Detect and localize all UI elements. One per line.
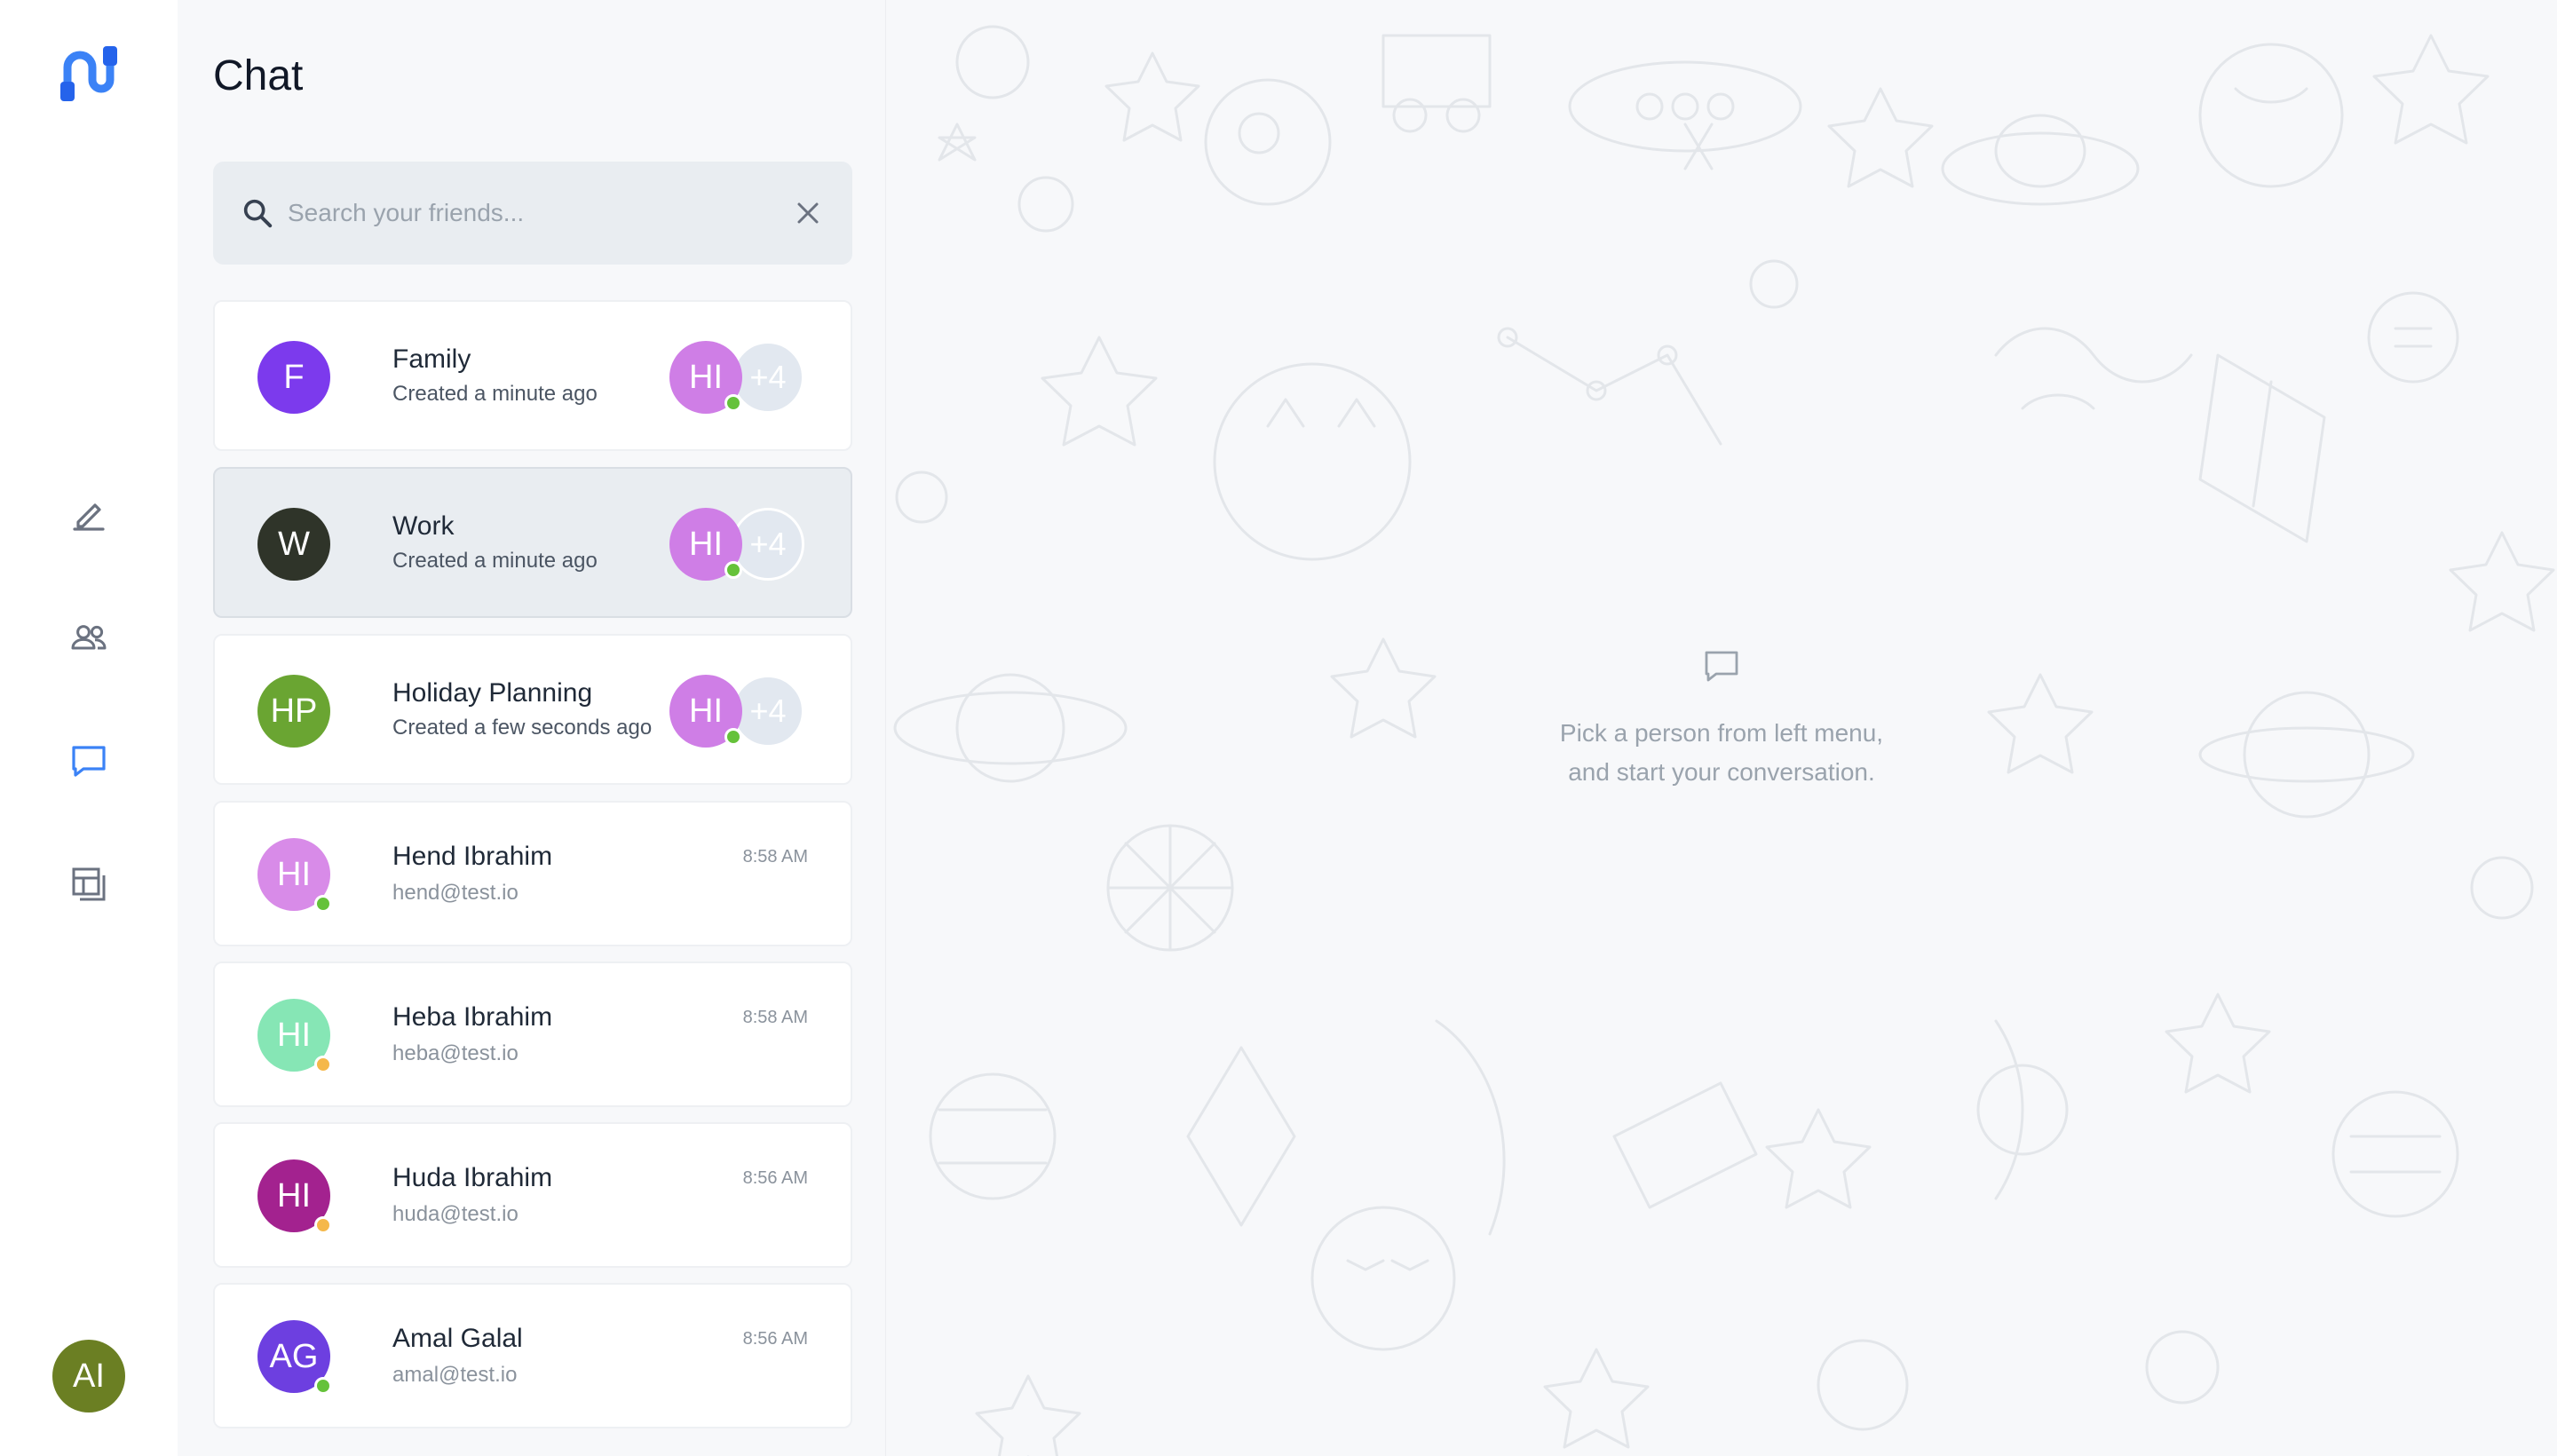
group-avatar: W xyxy=(257,508,330,581)
empty-state-line-2: and start your conversation. xyxy=(1568,758,1875,786)
edit-nav-button[interactable] xyxy=(53,479,124,550)
group-card[interactable]: HP Holiday Planning Created a few second… xyxy=(213,634,852,785)
member-avatars: +4 HI xyxy=(669,675,811,748)
conversation-area: Pick a person from left menu, and start … xyxy=(886,0,2557,1456)
status-dot xyxy=(314,1056,332,1073)
status-dot xyxy=(314,895,332,913)
member-avatars: +4 HI xyxy=(669,341,811,414)
group-card[interactable]: F Family Created a minute ago +4 HI xyxy=(213,300,852,451)
more-members-badge: +4 xyxy=(732,675,804,748)
online-status-dot xyxy=(724,561,742,579)
icon-rail: AI xyxy=(0,0,178,1456)
contact-email: hend@test.io xyxy=(392,881,519,905)
member-avatars: +4 HI xyxy=(669,508,811,581)
group-avatar: HP xyxy=(257,675,330,748)
contact-name: Huda Ibrahim xyxy=(392,1163,553,1192)
contact-card[interactable]: HI Hend Ibrahim hend@test.io 8:58 AM xyxy=(213,801,852,946)
layout-nav-button[interactable] xyxy=(53,849,124,920)
empty-state-line-1: Pick a person from left menu, xyxy=(1559,719,1884,747)
contact-email: huda@test.io xyxy=(392,1202,519,1226)
search-bar xyxy=(213,162,852,265)
contact-card[interactable]: HI Heba Ibrahim heba@test.io 8:58 AM xyxy=(213,961,852,1107)
chat-bubble-icon xyxy=(1705,651,1738,682)
last-message-time: 8:58 AM xyxy=(742,847,808,866)
more-members-badge: +4 xyxy=(732,508,804,581)
group-created: Created a minute ago xyxy=(392,382,598,406)
search-input[interactable] xyxy=(288,199,790,227)
current-user-avatar[interactable]: AI xyxy=(52,1340,125,1412)
layout-icon xyxy=(72,867,106,901)
group-name: Holiday Planning xyxy=(392,678,593,708)
more-members-badge: +4 xyxy=(732,341,804,414)
edit-icon xyxy=(73,503,105,531)
logo-icon[interactable] xyxy=(55,43,123,105)
group-name: Work xyxy=(392,511,455,541)
group-created: Created a few seconds ago xyxy=(392,716,653,740)
page-title: Chat xyxy=(213,52,304,99)
status-dot xyxy=(314,1377,332,1395)
contact-card[interactable]: HI Huda Ibrahim huda@test.io 8:56 AM xyxy=(213,1122,852,1268)
chat-nav-button[interactable] xyxy=(53,725,124,796)
contacts-nav-button[interactable] xyxy=(53,602,124,673)
last-message-time: 8:56 AM xyxy=(742,1168,808,1188)
online-status-dot xyxy=(724,728,742,746)
contact-email: amal@test.io xyxy=(392,1363,518,1387)
online-status-dot xyxy=(724,394,742,412)
group-created: Created a minute ago xyxy=(392,549,598,573)
contact-email: heba@test.io xyxy=(392,1041,519,1065)
search-icon xyxy=(243,199,273,228)
contact-name: Heba Ibrahim xyxy=(392,1002,553,1032)
close-icon[interactable] xyxy=(790,195,826,231)
contact-name: Hend Ibrahim xyxy=(392,842,553,871)
chat-list-panel: Chat F Family Created a minute ago +4 HI… xyxy=(178,0,886,1456)
users-icon xyxy=(71,625,107,650)
chat-icon xyxy=(72,746,106,777)
contact-name: Amal Galal xyxy=(392,1324,523,1353)
last-message-time: 8:58 AM xyxy=(742,1008,808,1027)
group-avatar: F xyxy=(257,341,330,414)
contact-card[interactable]: AG Amal Galal amal@test.io 8:56 AM xyxy=(213,1283,852,1428)
group-name: Family xyxy=(392,344,471,374)
status-dot xyxy=(314,1216,332,1234)
last-message-time: 8:56 AM xyxy=(742,1329,808,1349)
group-card[interactable]: W Work Created a minute ago +4 HI xyxy=(213,467,852,618)
empty-state: Pick a person from left menu, and start … xyxy=(886,645,2557,792)
